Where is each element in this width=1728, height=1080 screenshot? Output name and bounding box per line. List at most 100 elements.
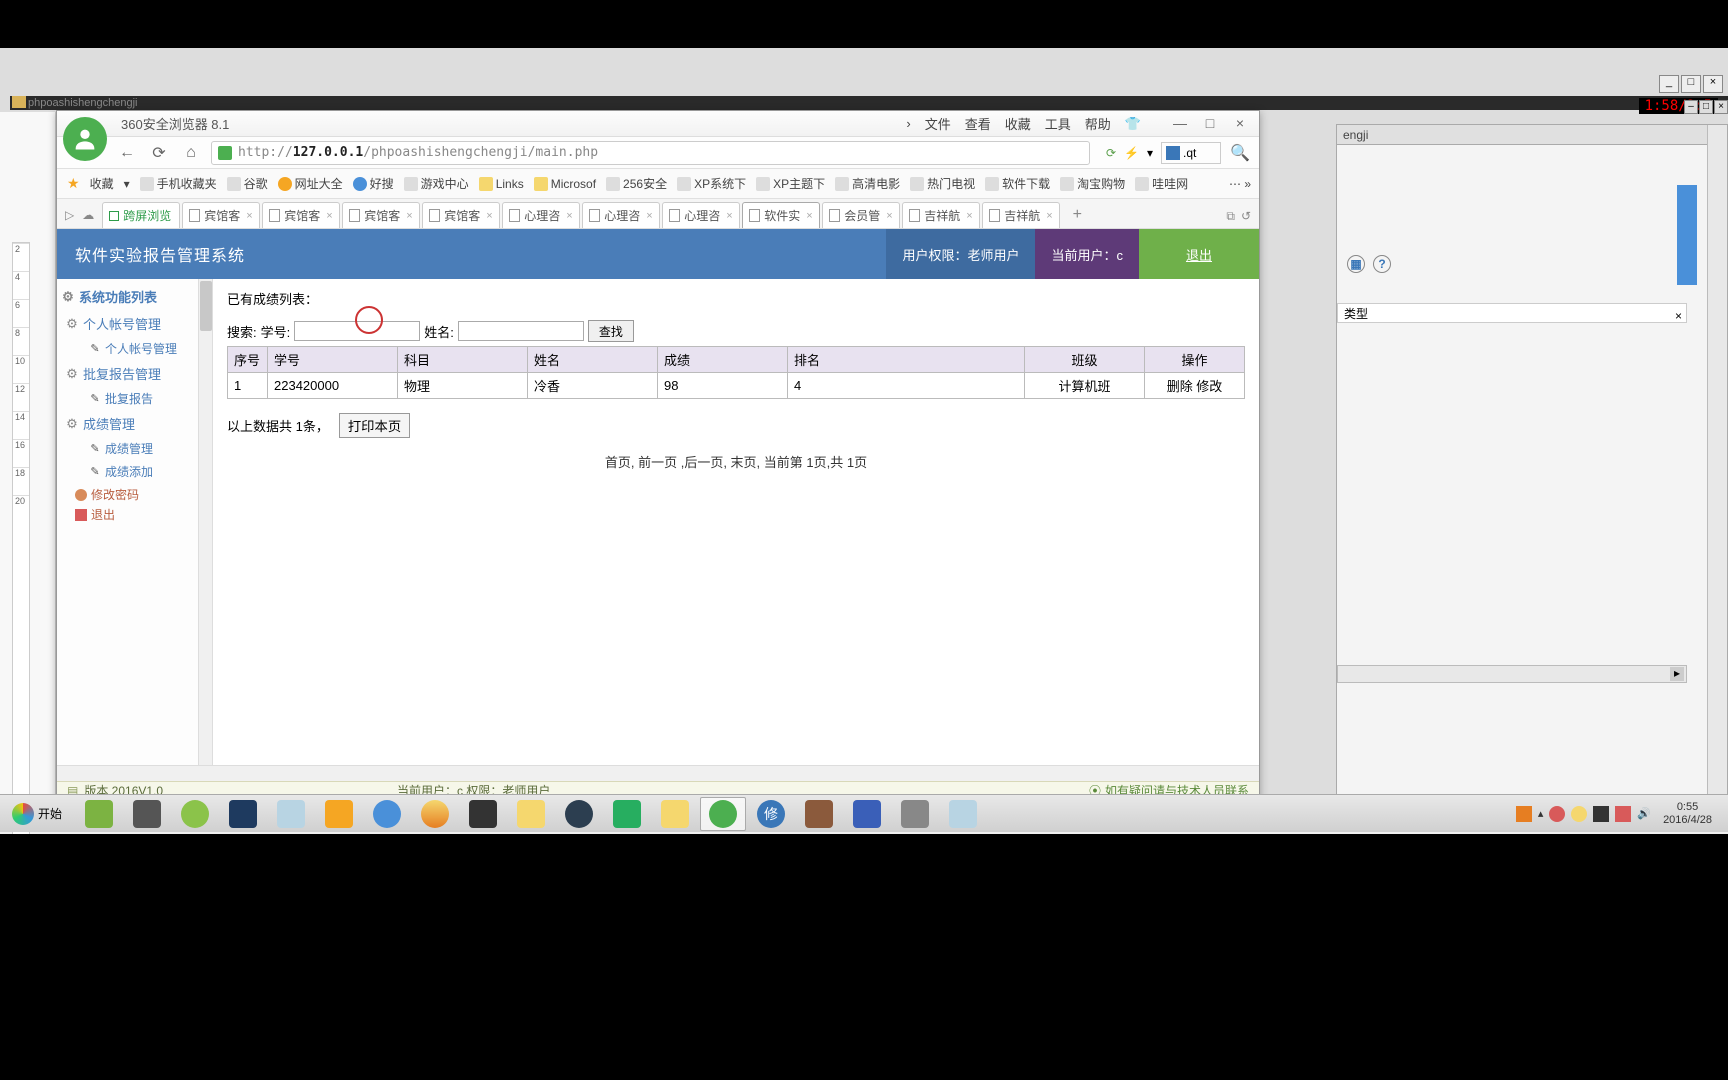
minimize-icon[interactable]: – <box>1684 100 1698 114</box>
sidebar-item-report-approve[interactable]: ✎批复报告 <box>65 387 210 410</box>
close-icon[interactable]: × <box>1675 306 1682 326</box>
taskbar-app[interactable] <box>796 797 842 831</box>
sidebar-item-score-manage[interactable]: ✎成绩管理 <box>65 437 210 460</box>
tab-item[interactable]: 宾馆客× <box>262 202 340 228</box>
close-icon[interactable]: × <box>406 210 412 222</box>
start-button[interactable]: 开始 <box>4 799 70 829</box>
print-button[interactable]: 打印本页 <box>339 413 410 438</box>
close-icon[interactable]: × <box>246 210 252 222</box>
close-icon[interactable]: × <box>886 210 892 222</box>
sidebar-cat-score[interactable]: ⚙成绩管理 <box>65 410 210 437</box>
maximize-icon[interactable]: □ <box>1681 75 1701 93</box>
menu-tools[interactable]: 工具 <box>1045 114 1071 133</box>
minimize-icon[interactable]: _ <box>1659 75 1679 93</box>
bookmark-item[interactable]: 高清电影 <box>835 175 900 192</box>
tray-icon[interactable] <box>1615 806 1631 822</box>
editor-tab-label[interactable]: engji <box>1343 128 1368 142</box>
bookmark-item[interactable]: XP系统下 <box>677 175 746 192</box>
horizontal-scrollbar[interactable]: ▸ <box>1337 665 1687 683</box>
tab-clone-icon[interactable]: ⧉ <box>1226 209 1235 224</box>
close-icon[interactable]: × <box>726 210 732 222</box>
favorites-label[interactable]: 收藏 <box>90 175 114 192</box>
sidebar-scrollbar[interactable] <box>198 279 212 781</box>
pagination[interactable]: 首页, 前一页 ,后一页, 末页, 当前第 1页,共 1页 <box>227 452 1245 471</box>
bookmark-item[interactable]: 游戏中心 <box>404 175 469 192</box>
menu-favorites[interactable]: 收藏 <box>1005 114 1031 133</box>
url-input[interactable]: http://127.0.0.1/phpoashishengchengji/ma… <box>211 141 1090 165</box>
compat-icon[interactable]: ⟳ <box>1106 146 1116 160</box>
minimize-icon[interactable]: — <box>1167 115 1193 133</box>
scrollbar-thumb[interactable] <box>200 281 212 331</box>
cell-operations[interactable]: 删除 修改 <box>1145 373 1245 399</box>
favorites-star-icon[interactable]: ★ <box>67 175 80 192</box>
sidebar-item-password[interactable]: 修改密码 <box>65 483 210 503</box>
taskbar-app[interactable] <box>892 797 938 831</box>
close-icon[interactable]: × <box>1703 75 1723 93</box>
tray-sogou-icon[interactable] <box>1516 806 1532 822</box>
close-icon[interactable]: × <box>646 210 652 222</box>
tab-item[interactable]: 心理咨× <box>582 202 660 228</box>
bookmark-item[interactable]: 淘宝购物 <box>1060 175 1125 192</box>
bookmark-item[interactable]: Microsof <box>534 177 596 191</box>
taskbar-app[interactable] <box>412 797 458 831</box>
bookmark-item[interactable]: 好搜 <box>353 175 394 192</box>
taskbar-app[interactable] <box>604 797 650 831</box>
scroll-right-icon[interactable]: ▸ <box>1670 667 1684 681</box>
lightning-icon[interactable]: ⚡ <box>1124 146 1139 160</box>
taskbar-app[interactable] <box>124 797 170 831</box>
content-horizontal-scrollbar[interactable] <box>57 765 1259 781</box>
bookmark-item[interactable]: 谷歌 <box>227 175 268 192</box>
bookmark-item[interactable]: 软件下载 <box>985 175 1050 192</box>
taskbar-clock[interactable]: 0:55 2016/4/28 <box>1657 801 1718 827</box>
close-icon[interactable]: × <box>486 210 492 222</box>
taskbar-app[interactable] <box>172 797 218 831</box>
bookmark-item[interactable]: 256安全 <box>606 175 667 192</box>
close-icon[interactable]: × <box>326 210 332 222</box>
close-icon[interactable]: × <box>966 210 972 222</box>
close-icon[interactable]: × <box>1046 210 1052 222</box>
browser-avatar-icon[interactable] <box>63 117 107 161</box>
tray-volume-icon[interactable]: 🔊 <box>1637 807 1651 820</box>
tab-item[interactable]: 宾馆客× <box>342 202 420 228</box>
panel-icon[interactable]: ▦ <box>1347 255 1365 273</box>
tab-item[interactable]: 吉祥航× <box>982 202 1060 228</box>
bookmark-item[interactable]: 手机收藏夹 <box>140 175 217 192</box>
tray-expand-icon[interactable]: ▴ <box>1538 807 1544 820</box>
menu-chevron-icon[interactable]: › <box>906 116 910 131</box>
tray-qq-icon[interactable] <box>1593 806 1609 822</box>
tab-history-icon[interactable]: ▷ <box>65 208 74 222</box>
tab-cloud-icon[interactable]: ☁ <box>82 208 94 222</box>
tab-item[interactable]: 宾馆客× <box>422 202 500 228</box>
maximize-icon[interactable]: □ <box>1699 100 1713 114</box>
bookmark-item[interactable]: 网址大全 <box>278 175 343 192</box>
taskbar-app[interactable] <box>76 797 122 831</box>
menu-skin-icon[interactable]: 👕 <box>1125 116 1141 132</box>
sidebar-item-account-manage[interactable]: ✎个人帐号管理 <box>65 337 210 360</box>
search-button[interactable]: 查找 <box>588 320 634 342</box>
taskbar-app[interactable] <box>460 797 506 831</box>
menu-file[interactable]: 文件 <box>925 114 951 133</box>
bookmarks-overflow-icon[interactable]: ⋯ » <box>1229 177 1251 191</box>
sidebar-item-score-add[interactable]: ✎成绩添加 <box>65 460 210 483</box>
close-icon[interactable]: × <box>806 210 812 222</box>
close-icon[interactable]: × <box>1714 100 1728 114</box>
name-input[interactable] <box>458 321 584 341</box>
taskbar-app[interactable] <box>844 797 890 831</box>
search-engine-box[interactable]: .qt <box>1161 142 1221 164</box>
close-icon[interactable]: × <box>566 210 572 222</box>
tab-item[interactable]: 吉祥航× <box>902 202 980 228</box>
taskbar-app[interactable] <box>508 797 554 831</box>
tab-item[interactable]: 宾馆客× <box>182 202 260 228</box>
tray-icon[interactable] <box>1549 806 1565 822</box>
taskbar-app[interactable] <box>652 797 698 831</box>
taskbar-app[interactable] <box>220 797 266 831</box>
favorites-dropdown-icon[interactable]: ▾ <box>124 177 130 191</box>
search-icon[interactable]: 🔍 <box>1229 142 1251 164</box>
bookmark-item[interactable]: 哇哇网 <box>1135 175 1188 192</box>
home-button[interactable]: ⌂ <box>179 141 203 165</box>
sidebar-item-logout[interactable]: 退出 <box>65 503 210 523</box>
sidebar-cat-report[interactable]: ⚙批复报告管理 <box>65 360 210 387</box>
taskbar-app[interactable] <box>940 797 986 831</box>
new-tab-button[interactable]: + <box>1066 206 1088 228</box>
reload-button[interactable]: ⟳ <box>147 141 171 165</box>
